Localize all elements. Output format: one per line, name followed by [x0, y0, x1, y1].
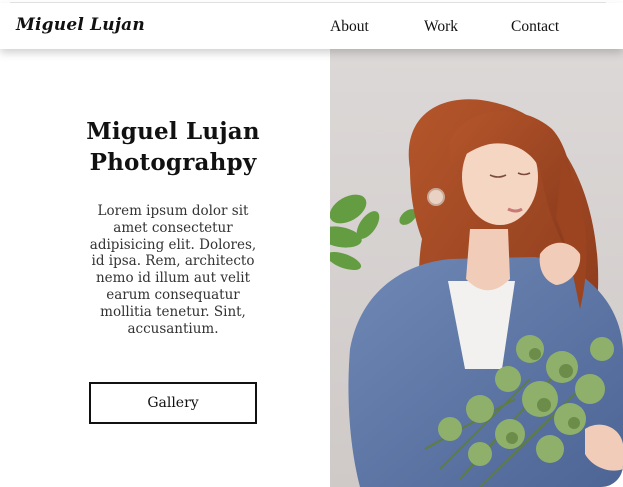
nav-work[interactable]: Work	[424, 18, 458, 36]
hero-text-panel: Miguel Lujan Photograhpy Lorem ipsum dol…	[0, 49, 330, 487]
gallery-button[interactable]: Gallery	[89, 382, 257, 424]
site-header: Miguel Lujan About Work Contact	[0, 3, 623, 49]
title-line-1: Miguel Lujan	[86, 118, 260, 145]
nav-contact[interactable]: Contact	[511, 18, 559, 36]
hero-description: Lorem ipsum dolor sit amet consectetur a…	[89, 203, 257, 337]
hero-photo	[330, 49, 623, 487]
site-logo[interactable]: Miguel Lujan	[16, 15, 145, 35]
title-line-2: Photograhpy	[89, 149, 257, 176]
nav-about[interactable]: About	[330, 18, 369, 36]
page-title: Miguel Lujan Photograhpy	[0, 116, 346, 178]
